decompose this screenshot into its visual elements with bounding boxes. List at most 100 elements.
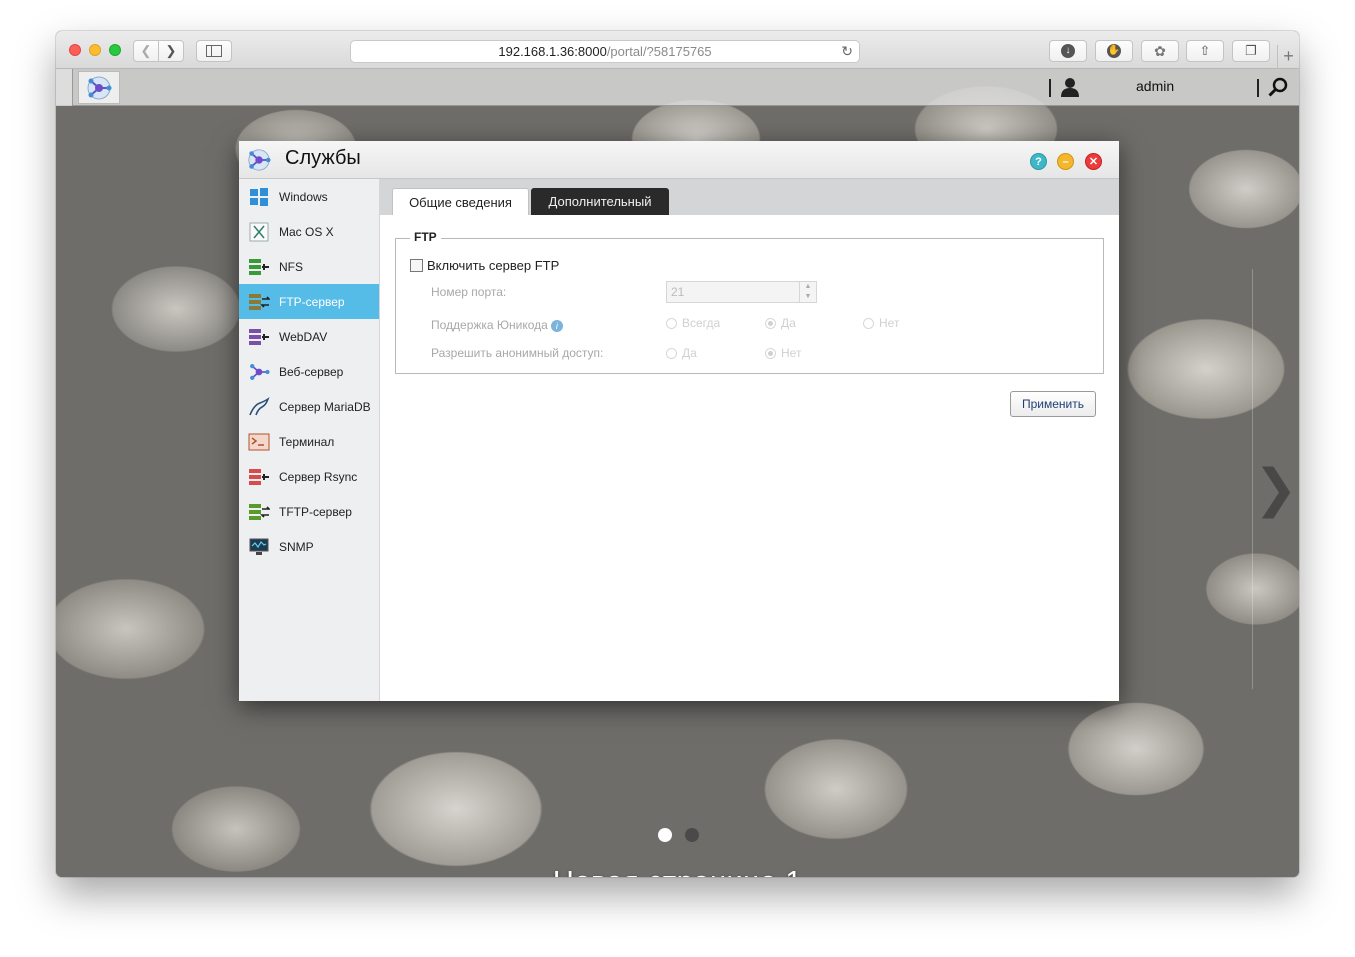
sidebar-item-label: TFTP-сервер <box>279 504 352 519</box>
settings-panel: Общие сведения Дополнительный FTP Включи… <box>380 179 1119 701</box>
zoom-window-button[interactable] <box>109 44 121 56</box>
browser-toolbar: ❮ ❯ 192.168.1.36:8000/portal/?58175765 ↻… <box>56 31 1299 69</box>
reload-icon[interactable]: ↻ <box>841 43 853 60</box>
sidebar-item-label: FTP-сервер <box>279 294 345 309</box>
anonymous-option-no[interactable]: Нет <box>765 346 801 360</box>
main-menu-button[interactable] <box>78 71 120 104</box>
close-icon: ✕ <box>1088 156 1099 168</box>
user-icon[interactable] <box>1060 77 1080 102</box>
port-field[interactable]: ▲▼ <box>666 281 817 303</box>
close-button[interactable]: ✕ <box>1085 153 1102 170</box>
minimize-button[interactable]: – <box>1057 153 1074 170</box>
services-window: Службы ? – ✕ Windows Mac OS X NFS FTP-се… <box>239 141 1119 701</box>
hand-icon: ✋ <box>1107 44 1121 58</box>
sidebar-item-webdav[interactable]: WebDAV <box>239 319 379 354</box>
page-dot-2[interactable] <box>685 828 699 842</box>
enable-ftp-row[interactable]: Включить сервер FTP <box>410 258 559 273</box>
sidebar-icon <box>206 45 222 57</box>
sidebar-item-terminal[interactable]: Терминал <box>239 424 379 459</box>
nfs-icon <box>248 256 270 278</box>
enable-ftp-checkbox[interactable] <box>410 259 423 272</box>
extension-paw-button[interactable]: ✿ <box>1141 40 1179 62</box>
tab-advanced[interactable]: Дополнительный <box>531 188 669 215</box>
radio-button[interactable] <box>666 317 677 329</box>
sidebar-item-label: Windows <box>279 189 328 204</box>
username[interactable]: admin <box>1136 78 1174 94</box>
divider <box>1252 269 1253 689</box>
mariadb-icon <box>248 396 270 418</box>
search-icon[interactable] <box>1268 77 1288 102</box>
services-sidebar: Windows Mac OS X NFS FTP-сервер WebDAV В… <box>239 179 380 701</box>
sidebar-item-label: NFS <box>279 259 303 274</box>
url-path: /portal/?58175765 <box>606 44 712 59</box>
unicode-option-no[interactable]: Нет <box>863 316 899 330</box>
next-page-arrow-icon[interactable]: ❯ <box>1254 459 1298 519</box>
separator <box>1257 79 1259 97</box>
tabs-overview-button[interactable]: ❐ <box>1232 40 1270 62</box>
page-dot-1[interactable] <box>658 828 672 842</box>
window-titlebar[interactable]: Службы ? – ✕ <box>239 141 1119 179</box>
sidebar-item-ftp[interactable]: FTP-сервер <box>239 284 379 319</box>
chevron-right-icon: ❯ <box>165 43 177 58</box>
macos-icon <box>248 221 270 243</box>
port-input[interactable] <box>667 282 798 302</box>
paw-icon: ✿ <box>1154 42 1166 59</box>
page-pager <box>658 828 699 842</box>
downloads-button[interactable]: ↓ <box>1049 40 1087 62</box>
share-button[interactable]: ⇧ <box>1186 40 1224 62</box>
tab-general[interactable]: Общие сведения <box>392 188 529 215</box>
radio-button[interactable] <box>765 347 776 359</box>
nas-topbar: admin <box>56 69 1299 106</box>
help-button[interactable]: ? <box>1030 153 1047 170</box>
ftp-fieldset: FTP Включить сервер FTP Номер порта: ▲▼ … <box>395 230 1104 374</box>
radio-label: Всегда <box>682 316 721 330</box>
sidebar-item-macos[interactable]: Mac OS X <box>239 214 379 249</box>
radio-button[interactable] <box>863 317 874 329</box>
sidebar-toggle-button[interactable] <box>196 40 232 62</box>
anonymous-option-yes[interactable]: Да <box>666 346 697 360</box>
sidebar-item-snmp[interactable]: SNMP <box>239 529 379 564</box>
url-host: 192.168.1.36:8000 <box>498 44 607 59</box>
left-strip <box>56 69 73 106</box>
sidebar-item-label: Веб-сервер <box>279 364 344 379</box>
radio-button[interactable] <box>765 317 776 329</box>
tftp-icon <box>248 501 270 523</box>
sidebar-item-rsync[interactable]: Сервер Rsync <box>239 459 379 494</box>
web-server-icon <box>248 361 270 383</box>
radio-label: Да <box>682 346 697 360</box>
unicode-support-label: Поддержка Юникода <box>431 318 548 332</box>
separator <box>1049 79 1051 97</box>
sidebar-item-label: Терминал <box>279 434 335 449</box>
sidebar-item-mariadb[interactable]: Сервер MariaDB <box>239 389 379 424</box>
port-label: Номер порта: <box>431 285 507 299</box>
address-bar[interactable]: 192.168.1.36:8000/portal/?58175765 ↻ <box>350 40 860 63</box>
windows-icon <box>248 186 270 208</box>
close-window-button[interactable] <box>69 44 81 56</box>
apply-button[interactable]: Применить <box>1010 391 1096 417</box>
back-button[interactable]: ❮ <box>133 40 159 62</box>
info-icon[interactable]: i <box>550 320 563 332</box>
terminal-icon <box>248 431 270 453</box>
unicode-option-yes[interactable]: Да <box>765 316 796 330</box>
tab-bar: Общие сведения Дополнительный <box>380 179 1119 215</box>
sidebar-item-tftp[interactable]: TFTP-сервер <box>239 494 379 529</box>
unicode-support-row: Поддержка Юникода i <box>431 318 563 332</box>
sidebar-item-nfs[interactable]: NFS <box>239 249 379 284</box>
download-icon: ↓ <box>1061 44 1075 58</box>
sidebar-item-label: WebDAV <box>279 329 328 344</box>
radio-button[interactable] <box>666 347 677 359</box>
anonymous-access-label: Разрешить анонимный доступ: <box>431 346 604 360</box>
ftp-icon <box>248 291 270 313</box>
minimize-icon: – <box>1062 156 1069 168</box>
extension-button[interactable]: ✋ <box>1095 40 1133 62</box>
minimize-window-button[interactable] <box>89 44 101 56</box>
forward-button[interactable]: ❯ <box>158 40 184 62</box>
share-icon: ⇧ <box>1199 43 1211 58</box>
new-tab-button[interactable]: + <box>1277 45 1299 69</box>
services-app-icon <box>247 148 271 177</box>
sidebar-item-web-server[interactable]: Веб-сервер <box>239 354 379 389</box>
services-logo-icon <box>87 76 112 99</box>
port-stepper[interactable]: ▲ ▼ <box>799 282 816 302</box>
sidebar-item-windows[interactable]: Windows <box>239 179 379 214</box>
unicode-option-always[interactable]: Всегда <box>666 316 720 330</box>
